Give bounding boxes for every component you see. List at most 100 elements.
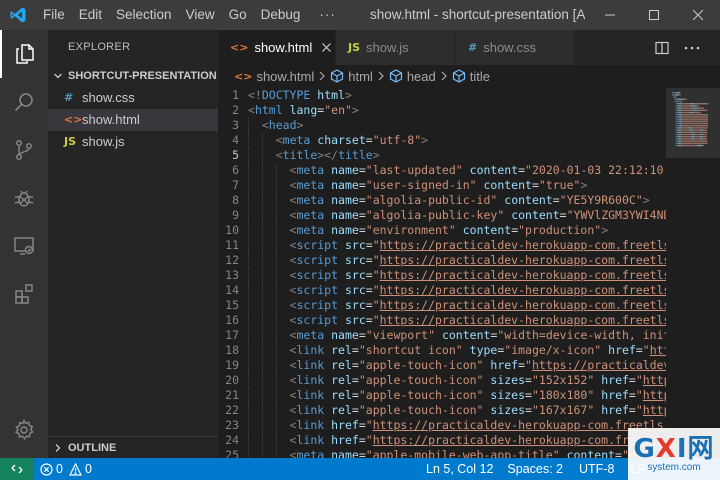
line-number: 17: [225, 328, 239, 342]
close-window-button[interactable]: [676, 0, 720, 30]
close-tab-icon[interactable]: [318, 38, 335, 58]
code-token: meta: [296, 163, 325, 177]
code-text: <script src="https://practicaldev-heroku…: [248, 298, 666, 313]
explorer-files-icon[interactable]: [0, 30, 48, 78]
code-text: <link rel="apple-touch-icon" sizes="152x…: [248, 373, 666, 388]
code-token: https:: [642, 373, 666, 387]
code-token: "180x180": [531, 388, 595, 402]
code-token: "width=device-width, initial: [497, 328, 666, 342]
minimap-slider[interactable]: [666, 88, 720, 158]
menu-item[interactable]: Go: [222, 0, 254, 30]
code-token: rel: [331, 343, 352, 357]
tab-show-css[interactable]: # show.css: [456, 30, 574, 65]
maximize-button[interactable]: [632, 0, 676, 30]
split-editor-icon[interactable]: [648, 30, 676, 65]
window-title: show.html - shortcut-presentation [Admin…: [370, 7, 585, 22]
extensions-icon[interactable]: [0, 270, 48, 318]
code-token: "2020-01-03 22:12:10 UTC": [525, 163, 664, 177]
code-token: =: [358, 208, 366, 222]
code-token: =: [615, 448, 622, 458]
outline-label: OUTLINE: [68, 441, 117, 454]
line-number: 20: [225, 373, 239, 387]
indentation-setting[interactable]: Spaces: 2: [499, 458, 571, 480]
menu-item[interactable]: ···: [307, 0, 348, 30]
code-token: meta: [296, 223, 325, 237]
settings-gear-icon[interactable]: [0, 406, 48, 454]
warning-count: 0: [84, 462, 92, 476]
remote-explorer-icon[interactable]: [0, 222, 48, 270]
line-number: 15: [225, 298, 239, 312]
code-token: content: [504, 193, 553, 207]
breadcrumb-head[interactable]: head: [389, 69, 436, 84]
breadcrumb-file[interactable]: <> show.html: [234, 69, 314, 84]
menu-item[interactable]: File: [36, 0, 72, 30]
line-number: 2: [232, 103, 239, 117]
code-line: 16 <script src="https://practicaldev-her…: [218, 313, 666, 328]
code-token: name: [331, 163, 359, 177]
code-token: title: [282, 148, 318, 162]
code-token: sizes: [490, 403, 526, 417]
folder-header[interactable]: SHORTCUT-PRESENTATION: [48, 65, 218, 87]
menu-item[interactable]: View: [179, 0, 222, 30]
code-token: https://practicaldev-herokuapp-com.freet…: [379, 268, 666, 282]
breadcrumb-html[interactable]: html: [330, 69, 373, 84]
file-item[interactable]: <> show.html: [48, 109, 218, 131]
breadcrumb-title[interactable]: title: [452, 69, 490, 84]
menu-item[interactable]: Selection: [109, 0, 179, 30]
code-token: >: [344, 88, 352, 102]
code-token: meta: [296, 448, 325, 458]
code-text: <meta name="environment" content="produc…: [248, 223, 609, 238]
debug-icon[interactable]: [0, 174, 48, 222]
code-token: script: [296, 238, 339, 252]
line-number: 19: [225, 358, 239, 372]
source-control-icon[interactable]: [0, 126, 48, 174]
search-icon[interactable]: [0, 78, 48, 126]
file-item[interactable]: JS show.js: [48, 131, 218, 153]
code-token: =: [518, 358, 526, 372]
title-bar: File Edit Selection View Go Debug ··· show.htm…: [0, 0, 720, 30]
file-tree: # show.css <> show.html JS show.js: [48, 87, 218, 153]
cursor-position[interactable]: Ln 5, Col 12: [420, 458, 499, 480]
outline-header[interactable]: OUTLINE: [48, 436, 218, 458]
code-token: ": [635, 403, 643, 417]
code-token: script: [296, 283, 339, 297]
code-token: =: [358, 223, 366, 237]
watermark-brand: GXI网: [633, 433, 715, 464]
code-line: 5 <title></title>: [218, 148, 666, 163]
problems-indicator[interactable]: 0 0: [34, 458, 98, 480]
code-token: =: [365, 283, 373, 297]
code-token: ": [635, 388, 643, 402]
code-text: <meta name="algolia-public-id" content="…: [248, 193, 650, 208]
tab-show-html[interactable]: <> show.html: [218, 30, 336, 65]
minimap[interactable]: [666, 88, 720, 458]
menu-bar: File Edit Selection View Go Debug ···: [36, 0, 348, 30]
code-token: name: [331, 178, 359, 192]
code-text: <link rel="shortcut icon" type="image/x-…: [248, 343, 666, 358]
code-editor[interactable]: 1 <!DOCTYPE html> 2 <html lang="en"> 3 <head…: [218, 88, 666, 458]
menu-item[interactable]: Edit: [72, 0, 109, 30]
code-token: link: [296, 388, 325, 402]
code-token: name: [331, 193, 359, 207]
encoding-setting[interactable]: UTF-8: [571, 458, 622, 480]
remote-indicator-icon[interactable]: [0, 458, 34, 480]
code-token: https://practicaldev-herokuapp-com.freet…: [379, 313, 666, 327]
line-number: 14: [225, 283, 239, 297]
menu-item[interactable]: Debug: [254, 0, 308, 30]
more-actions-icon[interactable]: [678, 30, 706, 65]
line-number: 6: [232, 163, 239, 177]
code-token: =: [628, 373, 636, 387]
code-token: >: [351, 103, 359, 117]
symbol-element-icon: [389, 69, 403, 83]
file-item[interactable]: # show.css: [48, 87, 218, 109]
html-file-icon: <>: [234, 69, 253, 83]
code-token: html: [254, 103, 283, 117]
minimize-button[interactable]: [588, 0, 632, 30]
code-token: link: [296, 433, 325, 447]
tab-show-js[interactable]: JS show.js: [336, 30, 456, 65]
